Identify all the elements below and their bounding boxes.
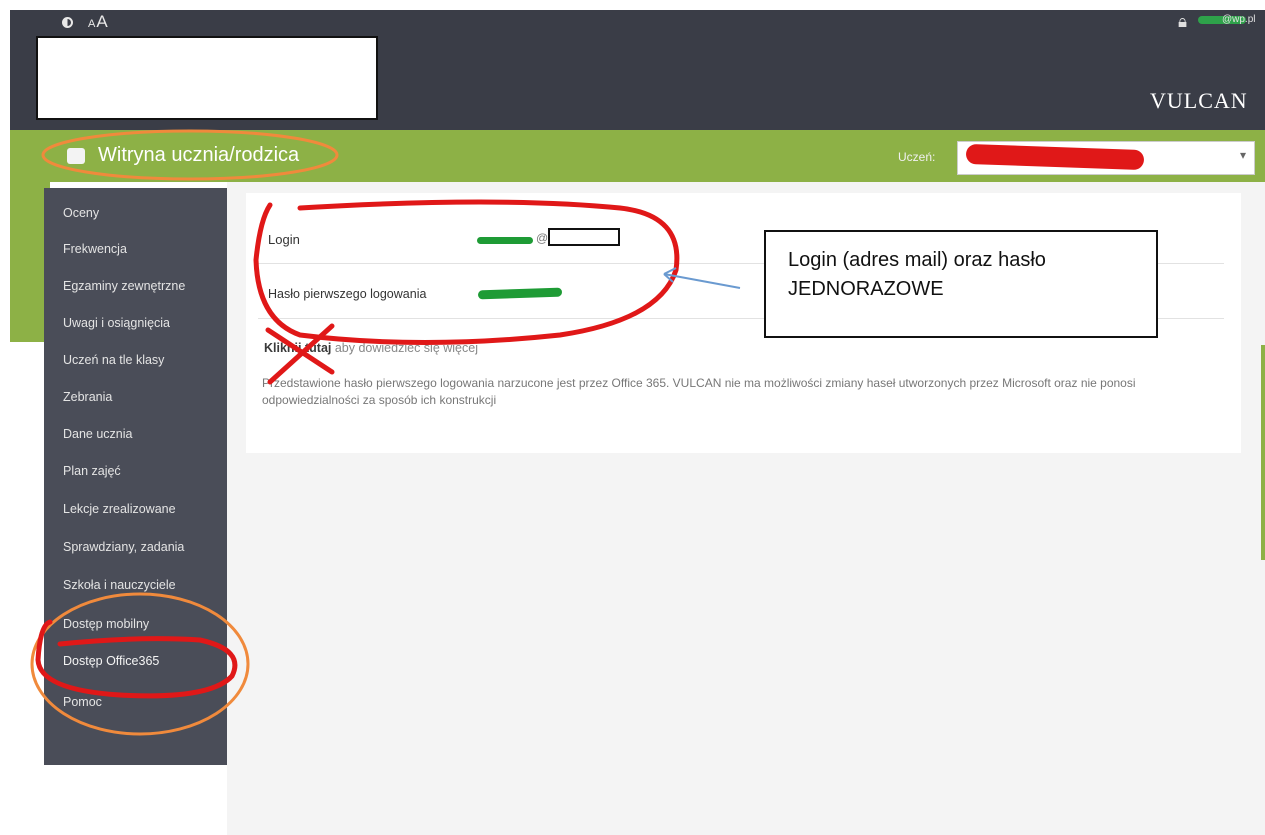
vulcan-logo: VULCAN [1150, 88, 1248, 113]
sidebar-item-dane-ucznia[interactable]: Dane ucznia [63, 427, 133, 441]
sidebar-item-frekwencja[interactable]: Frekwencja [63, 242, 127, 256]
user-email[interactable]: @wp.pl [1222, 14, 1256, 25]
sidebar-item-szkola[interactable]: Szkoła i nauczyciele [63, 578, 176, 592]
sidebar-item-dostep-mobilny[interactable]: Dostęp mobilny [63, 617, 149, 631]
more-info-link[interactable]: Kliknij tutaj aby dowiedzieć się więcej [264, 341, 478, 355]
callout-line-1: Login (adres mail) oraz hasło [788, 249, 1046, 271]
office365-note: Przedstawione hasło pierwszego logowania… [262, 376, 1136, 407]
login-label: Login [268, 232, 300, 247]
sidebar-item-pomoc[interactable]: Pomoc [63, 695, 102, 709]
font-size-large: A [96, 12, 109, 31]
user-icon[interactable]: 🔒︎ [1178, 12, 1187, 32]
more-info-link-strong[interactable]: Kliknij tutaj [264, 341, 331, 355]
login-value-redaction [477, 237, 533, 244]
sidebar-item-lekcje[interactable]: Lekcje zrealizowane [63, 502, 176, 516]
school-logo-box [36, 36, 378, 120]
sidebar-item-dostep-office365[interactable]: Dostęp Office365 [63, 654, 159, 668]
sidebar-item-uwagi[interactable]: Uwagi i osiągnięcia [63, 316, 170, 330]
student-label: Uczeń: [898, 150, 936, 164]
annotation-callout: Login (adres mail) oraz hasło JEDNORAZOW… [764, 230, 1158, 338]
contrast-icon[interactable] [62, 17, 73, 28]
login-domain-redaction [548, 228, 620, 246]
sidebar-item-uczen-na-tle-klasy[interactable]: Uczeń na tle klasy [63, 353, 164, 367]
password-label: Hasło pierwszego logowania [268, 287, 427, 301]
sidebar-item-sprawdziany[interactable]: Sprawdziany, zadania [63, 540, 184, 554]
app-title[interactable]: Witryna ucznia/rodzica [98, 144, 299, 167]
chevron-down-icon[interactable]: ▾ [1240, 148, 1246, 162]
sidebar-item-oceny[interactable]: Oceny [63, 206, 99, 220]
sidebar-item-egzaminy[interactable]: Egzaminy zewnętrzne [63, 279, 185, 293]
font-size-control[interactable]: AA [88, 12, 109, 32]
callout-line-2: JEDNORAZOWE [788, 278, 944, 300]
sidebar-item-plan-zajec[interactable]: Plan zajęć [63, 464, 121, 478]
app-icon [67, 148, 85, 164]
login-at: @ [536, 231, 549, 245]
sidebar-item-zebrania[interactable]: Zebrania [63, 390, 112, 404]
more-info-link-rest: aby dowiedzieć się więcej [331, 341, 478, 355]
